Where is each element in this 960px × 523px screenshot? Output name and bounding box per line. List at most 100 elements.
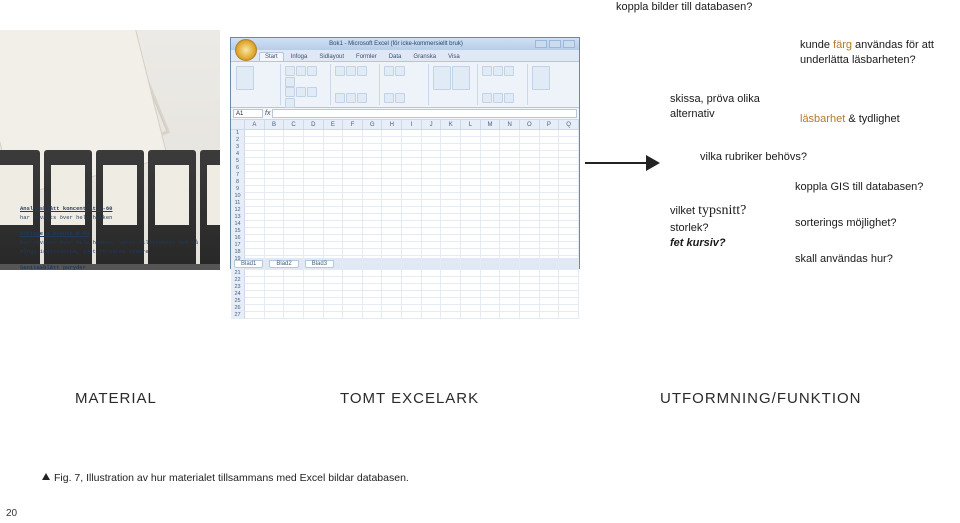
- cell[interactable]: [441, 207, 461, 214]
- cell[interactable]: [520, 221, 540, 228]
- cell[interactable]: [481, 228, 501, 235]
- cell[interactable]: [422, 228, 442, 235]
- cell[interactable]: [422, 130, 442, 137]
- cell[interactable]: [324, 298, 344, 305]
- cell[interactable]: [304, 165, 324, 172]
- cell[interactable]: [245, 298, 265, 305]
- cell[interactable]: [461, 200, 481, 207]
- cell[interactable]: [540, 137, 560, 144]
- row-header[interactable]: 4: [231, 151, 245, 158]
- cell[interactable]: [441, 256, 461, 263]
- cell[interactable]: [245, 165, 265, 172]
- cell[interactable]: [265, 193, 285, 200]
- cell[interactable]: [363, 158, 383, 165]
- cell[interactable]: [520, 130, 540, 137]
- cell[interactable]: [559, 179, 579, 186]
- cell[interactable]: [500, 249, 520, 256]
- cell[interactable]: [265, 298, 285, 305]
- cell[interactable]: [422, 263, 442, 270]
- cell[interactable]: [343, 200, 363, 207]
- cell[interactable]: [500, 221, 520, 228]
- cell[interactable]: [324, 221, 344, 228]
- cell[interactable]: [265, 284, 285, 291]
- cell[interactable]: [540, 200, 560, 207]
- cell[interactable]: [422, 277, 442, 284]
- cell[interactable]: [363, 221, 383, 228]
- cell[interactable]: [441, 186, 461, 193]
- cell[interactable]: [284, 312, 304, 319]
- cell[interactable]: [382, 179, 402, 186]
- cell[interactable]: [265, 186, 285, 193]
- cell[interactable]: [343, 158, 363, 165]
- cell[interactable]: [500, 207, 520, 214]
- cell[interactable]: [284, 193, 304, 200]
- cell[interactable]: [441, 242, 461, 249]
- cell[interactable]: [324, 291, 344, 298]
- cell[interactable]: [324, 242, 344, 249]
- row-header[interactable]: 8: [231, 179, 245, 186]
- cell[interactable]: [343, 298, 363, 305]
- cell[interactable]: [245, 305, 265, 312]
- tab-view[interactable]: Visa: [443, 53, 465, 61]
- tab-review[interactable]: Granska: [408, 53, 441, 61]
- cell[interactable]: [265, 291, 285, 298]
- cell[interactable]: [363, 291, 383, 298]
- cell[interactable]: [265, 158, 285, 165]
- cell[interactable]: [245, 172, 265, 179]
- cell[interactable]: [245, 193, 265, 200]
- cell[interactable]: [481, 242, 501, 249]
- row-header[interactable]: 15: [231, 228, 245, 235]
- cell[interactable]: [343, 207, 363, 214]
- cell[interactable]: [461, 214, 481, 221]
- cell[interactable]: [402, 179, 422, 186]
- cell[interactable]: [265, 305, 285, 312]
- cell[interactable]: [559, 270, 579, 277]
- cell[interactable]: [265, 179, 285, 186]
- cell[interactable]: [265, 214, 285, 221]
- cell[interactable]: [559, 200, 579, 207]
- cell[interactable]: [265, 242, 285, 249]
- cell[interactable]: [500, 214, 520, 221]
- cell[interactable]: [284, 235, 304, 242]
- cell[interactable]: [402, 270, 422, 277]
- cell[interactable]: [245, 221, 265, 228]
- cell[interactable]: [382, 137, 402, 144]
- row-header[interactable]: 13: [231, 214, 245, 221]
- cell[interactable]: [422, 221, 442, 228]
- cell[interactable]: [324, 249, 344, 256]
- cell[interactable]: [245, 207, 265, 214]
- cell[interactable]: [441, 277, 461, 284]
- cell[interactable]: [245, 144, 265, 151]
- cell[interactable]: [402, 158, 422, 165]
- cell[interactable]: [540, 214, 560, 221]
- cell[interactable]: [422, 207, 442, 214]
- cell[interactable]: [540, 165, 560, 172]
- cell[interactable]: [540, 242, 560, 249]
- cell[interactable]: [363, 207, 383, 214]
- cell[interactable]: [402, 214, 422, 221]
- cell[interactable]: [402, 284, 422, 291]
- cell[interactable]: [304, 284, 324, 291]
- cell[interactable]: [520, 151, 540, 158]
- cell[interactable]: [481, 221, 501, 228]
- cell[interactable]: [500, 200, 520, 207]
- cell[interactable]: [461, 312, 481, 319]
- cell[interactable]: [284, 179, 304, 186]
- cell[interactable]: [520, 305, 540, 312]
- cell[interactable]: [559, 235, 579, 242]
- cell[interactable]: [520, 144, 540, 151]
- cell[interactable]: [500, 235, 520, 242]
- row-header[interactable]: 22: [231, 277, 245, 284]
- cell[interactable]: [540, 179, 560, 186]
- row-header[interactable]: 11: [231, 200, 245, 207]
- cell[interactable]: [441, 200, 461, 207]
- cell[interactable]: [461, 298, 481, 305]
- cell[interactable]: [461, 137, 481, 144]
- cell[interactable]: [461, 207, 481, 214]
- cell[interactable]: [422, 284, 442, 291]
- cell[interactable]: [559, 291, 579, 298]
- cell[interactable]: [245, 242, 265, 249]
- cell[interactable]: [284, 158, 304, 165]
- cell[interactable]: [343, 221, 363, 228]
- cell[interactable]: [520, 172, 540, 179]
